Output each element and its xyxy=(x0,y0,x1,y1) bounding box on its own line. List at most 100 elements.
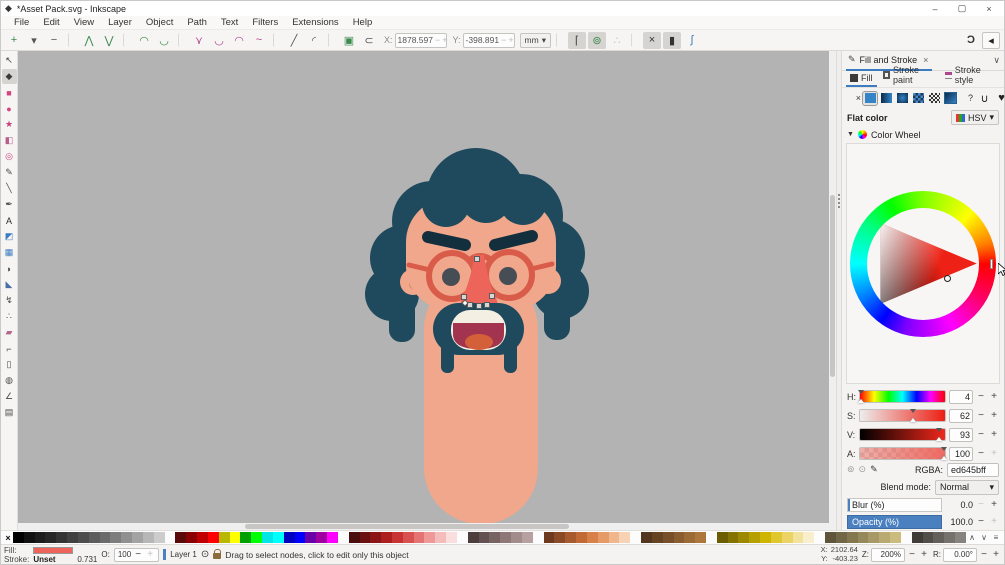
palette-swatch[interactable] xyxy=(327,532,338,543)
tab-stroke-paint[interactable]: Stroke paint xyxy=(879,64,939,87)
palette-swatch[interactable] xyxy=(435,532,447,543)
paint-flat-button[interactable] xyxy=(862,90,878,106)
toolbar-toggle[interactable]: ⊚ xyxy=(587,31,606,49)
blur-plus[interactable]: + xyxy=(989,499,999,510)
palette-swatch[interactable] xyxy=(229,532,241,543)
palette-swatch[interactable] xyxy=(478,532,490,543)
paint-bucket-tool[interactable]: ◣ xyxy=(2,277,17,292)
fill-rule-nonzero-button[interactable]: ♥ xyxy=(994,91,1005,105)
zoom-out-button[interactable]: − xyxy=(907,549,917,560)
palette-swatch[interactable] xyxy=(846,532,858,543)
palette-swatch[interactable] xyxy=(781,532,793,543)
palette-swatch[interactable] xyxy=(489,532,501,543)
palette-swatch[interactable] xyxy=(565,532,577,543)
palette-scroll-up[interactable]: ∧ xyxy=(966,532,978,543)
menu-item[interactable]: Object xyxy=(139,16,180,29)
palette-swatch[interactable] xyxy=(749,532,761,543)
palette-swatch[interactable] xyxy=(283,532,295,543)
zoom-in-button[interactable]: + xyxy=(919,549,929,560)
value-value[interactable]: 93 xyxy=(949,427,973,442)
toolbar-icon[interactable]: ⋀ xyxy=(80,32,98,49)
paint-pattern-button[interactable] xyxy=(911,92,925,105)
toolbar-icon[interactable]: ▣ xyxy=(340,32,358,49)
dropper-icon[interactable]: ✎ xyxy=(870,464,878,475)
palette-swatch[interactable] xyxy=(738,532,750,543)
palette-swatch[interactable] xyxy=(630,532,641,543)
x-plus[interactable]: + xyxy=(442,35,447,45)
spray-tool[interactable]: ∴ xyxy=(2,309,17,324)
pen-tool[interactable]: ✒ xyxy=(2,197,17,212)
palette-swatch[interactable] xyxy=(121,532,133,543)
toolbar-icon[interactable]: − xyxy=(45,32,63,49)
palette-swatch[interactable] xyxy=(955,532,966,543)
toolbar-icon[interactable]: ▾ xyxy=(25,32,43,49)
palette-swatch[interactable] xyxy=(944,532,956,543)
paint-swatch-button[interactable] xyxy=(927,92,941,105)
canvas[interactable] xyxy=(18,51,836,530)
palette-swatch[interactable] xyxy=(402,532,414,543)
paint-unknown-button[interactable]: ? xyxy=(959,92,973,105)
color-managed-icon[interactable]: ⊚ xyxy=(847,464,855,475)
palette-swatch[interactable] xyxy=(716,532,728,543)
palette-swatch[interactable] xyxy=(879,532,891,543)
toolbar-icon[interactable] xyxy=(68,33,75,47)
alpha-plus[interactable]: + xyxy=(989,448,999,459)
zoom-value[interactable]: 200% xyxy=(871,547,905,562)
picker-mode-dropdown[interactable]: HSV ▾ xyxy=(950,110,999,125)
palette-swatch[interactable] xyxy=(34,532,46,543)
palette-scroll-down[interactable]: ∨ xyxy=(978,532,990,543)
rotation-value[interactable]: 0.00° xyxy=(943,547,977,562)
mesh-gradient-tool[interactable]: ▦ xyxy=(2,245,17,260)
palette-swatch[interactable] xyxy=(641,532,652,543)
toolbar-icon[interactable] xyxy=(328,33,335,47)
selector-tool[interactable]: ↖ xyxy=(2,53,17,68)
node-tool[interactable]: ◆ xyxy=(1,69,17,84)
palette-swatch[interactable] xyxy=(673,532,685,543)
menu-item[interactable]: Text xyxy=(214,16,245,29)
toolbar-toggle[interactable]: ▮ xyxy=(662,31,681,49)
toolbar-icon[interactable]: ◡ xyxy=(155,32,173,49)
palette-swatch[interactable] xyxy=(294,532,306,543)
menu-item[interactable]: Help xyxy=(346,16,380,29)
palette-swatch[interactable] xyxy=(56,532,68,543)
palette-swatch[interactable] xyxy=(457,532,468,543)
fill-color-swatch[interactable] xyxy=(33,546,74,554)
units-dropdown[interactable]: mm ▾ xyxy=(519,32,551,48)
opacity-inc[interactable]: + xyxy=(145,549,155,560)
toolbar-icon[interactable] xyxy=(273,33,280,47)
palette-swatch[interactable] xyxy=(391,532,403,543)
rotate-cw-button[interactable]: + xyxy=(991,549,1001,560)
blur-slider[interactable]: Blur (%) xyxy=(847,497,942,512)
opacity-value[interactable]: 100.0 xyxy=(945,517,973,527)
fill-rule-evenodd-button[interactable]: ∪ xyxy=(977,91,992,105)
palette-swatch[interactable] xyxy=(424,532,436,543)
toolbar-icon[interactable]: ◠ xyxy=(230,32,248,49)
palette-swatch[interactable] xyxy=(413,532,425,543)
x-minus[interactable]: − xyxy=(435,35,440,45)
palette-swatch[interactable] xyxy=(511,532,522,543)
palette-swatch[interactable] xyxy=(370,532,382,543)
star-tool[interactable]: ★ xyxy=(2,117,17,132)
layer-lock-icon[interactable] xyxy=(213,549,222,559)
tab-fill[interactable]: Fill xyxy=(846,72,877,87)
zoom-tool[interactable]: ◍ xyxy=(2,373,17,388)
palette-swatch[interactable] xyxy=(890,532,901,543)
box-3d-tool[interactable]: ◧ xyxy=(2,133,17,148)
tweak-tool[interactable]: ↯ xyxy=(2,293,17,308)
palette-swatch[interactable] xyxy=(467,532,479,543)
palette-swatch[interactable] xyxy=(857,532,869,543)
palette-swatch[interactable] xyxy=(662,532,674,543)
palette-swatch[interactable] xyxy=(619,532,631,543)
paint-radial-gradient-button[interactable] xyxy=(895,92,909,105)
palette-swatch[interactable] xyxy=(316,532,328,543)
palette-swatch[interactable] xyxy=(500,532,512,543)
out-of-gamut-icon[interactable]: ⊙ xyxy=(859,464,867,475)
opacity-slider[interactable]: Opacity (%) xyxy=(847,514,942,529)
toolbar-icon[interactable]: ⋎ xyxy=(190,32,208,49)
dropper-tool[interactable]: ◗ xyxy=(2,261,17,276)
toolbar-icon[interactable]: ~ xyxy=(250,32,268,49)
palette-swatch[interactable] xyxy=(45,532,57,543)
palette-swatch[interactable] xyxy=(272,532,284,543)
connector-tool[interactable]: ⌐ xyxy=(2,341,17,356)
value-slider[interactable] xyxy=(859,428,946,441)
